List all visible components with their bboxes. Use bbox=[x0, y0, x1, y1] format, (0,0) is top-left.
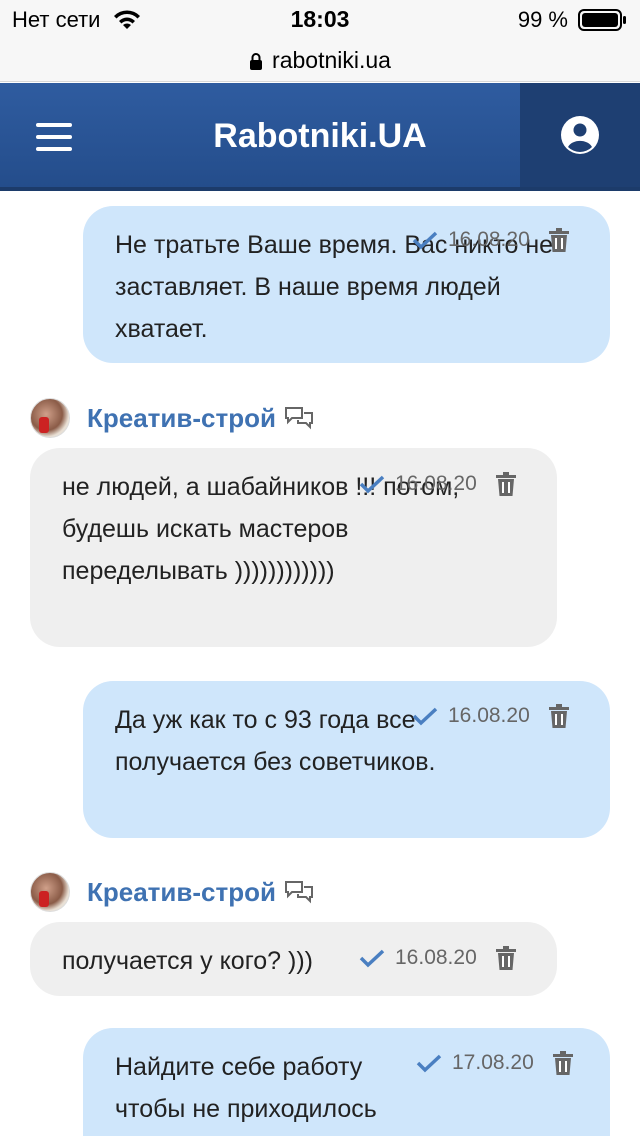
delete-icon[interactable] bbox=[548, 228, 570, 252]
message-author[interactable]: Креатив-строй bbox=[30, 398, 314, 438]
message-date: 16.08.20 bbox=[448, 704, 530, 727]
battery-percent: 99 % bbox=[517, 7, 568, 32]
delete-icon[interactable] bbox=[552, 1051, 574, 1075]
address-bar[interactable]: rabotniki.ua bbox=[0, 40, 640, 82]
author-name[interactable]: Креатив-строй bbox=[87, 877, 276, 908]
delete-icon[interactable] bbox=[495, 946, 517, 970]
site-header: Rabotniki.UA bbox=[0, 83, 640, 191]
message-meta: 17.08.20 bbox=[416, 1051, 574, 1075]
status-bar: Нет сети 18:03 99 % bbox=[0, 0, 640, 40]
battery-icon bbox=[578, 9, 626, 31]
chat-icon[interactable] bbox=[284, 879, 314, 905]
message-date: 17.08.20 bbox=[452, 1051, 534, 1074]
avatar[interactable] bbox=[30, 872, 70, 912]
battery-status: 99 % bbox=[518, 7, 628, 33]
url-text: rabotniki.ua bbox=[272, 47, 391, 73]
check-icon bbox=[416, 1054, 442, 1073]
message-meta: 16.08.20 bbox=[412, 704, 570, 728]
message-text: получается у кого? ))) bbox=[62, 947, 314, 975]
chat-icon[interactable] bbox=[284, 405, 314, 431]
message-text: Найдите себе работу чтобы не приходилось bbox=[115, 1053, 377, 1123]
lock-icon bbox=[250, 52, 263, 70]
check-icon bbox=[412, 707, 438, 726]
message-meta: 16.08.20 bbox=[359, 472, 517, 496]
check-icon bbox=[412, 231, 438, 250]
message-date: 16.08.20 bbox=[395, 946, 477, 969]
user-profile-button[interactable] bbox=[520, 83, 640, 187]
user-icon bbox=[561, 116, 599, 154]
message-date: 16.08.20 bbox=[395, 472, 477, 495]
message-meta: 16.08.20 bbox=[359, 946, 517, 970]
author-name[interactable]: Креатив-строй bbox=[87, 403, 276, 434]
message-author[interactable]: Креатив-строй bbox=[30, 872, 314, 912]
check-icon bbox=[359, 475, 385, 494]
message-bubble-mine: Найдите себе работу чтобы не приходилось bbox=[83, 1028, 610, 1136]
message-date: 16.08.20 bbox=[448, 228, 530, 251]
message-text: Да уж как то с 93 года все получается бе… bbox=[115, 706, 436, 776]
avatar[interactable] bbox=[30, 398, 70, 438]
message-meta: 16.08.20 bbox=[412, 228, 570, 252]
check-icon bbox=[359, 949, 385, 968]
delete-icon[interactable] bbox=[495, 472, 517, 496]
delete-icon[interactable] bbox=[548, 704, 570, 728]
